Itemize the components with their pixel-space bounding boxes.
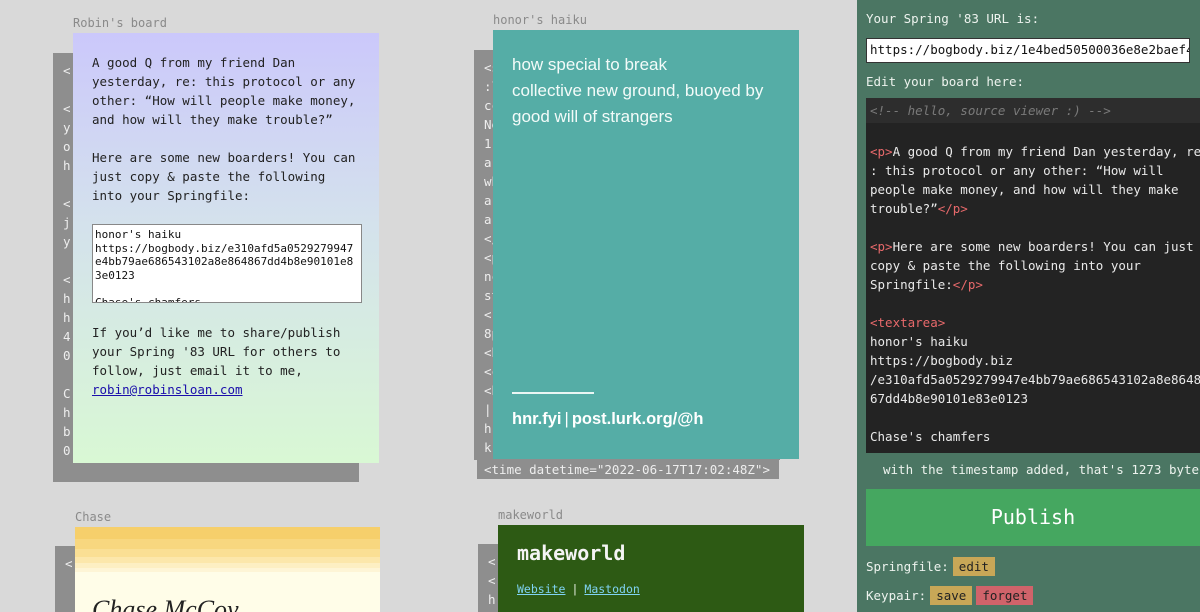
editor-blank-line: [870, 408, 1196, 427]
editor-text: Springfile:: [870, 277, 953, 292]
editor-text: people make money, and how will they mak…: [870, 182, 1179, 197]
editor-line: trouble?”</p>: [870, 199, 1196, 218]
editor-line: <p>Here are some new boarders! You can j…: [870, 237, 1196, 256]
editor-panel: Your Spring '83 URL is: https://bogbody.…: [857, 0, 1200, 612]
haiku-text: how special to break collective new grou…: [512, 52, 779, 130]
editor-text: Chase's chamfers: [870, 429, 991, 444]
editor-text: honor's haiku: [870, 334, 968, 349]
editor-text: /e310afd5a0529279947e4bb79ae686543102a8e…: [870, 372, 1200, 387]
robin-paragraph-1: A good Q from my friend Dan yesterday, r…: [92, 55, 356, 127]
html-tag: </p>: [952, 277, 983, 292]
keypair-forget-button[interactable]: forget: [976, 586, 1034, 605]
robin-paragraph-2: Here are some new boarders! You can just…: [92, 150, 356, 203]
board-source-editor[interactable]: <!-- hello, source viewer :) --> <p>A go…: [866, 98, 1200, 453]
robin-email-link[interactable]: robin@robinsloan.com: [92, 382, 243, 397]
board-robin: A good Q from my friend Dan yesterday, r…: [73, 33, 379, 463]
keypair-row: Keypair: save forget: [866, 586, 1034, 605]
editor-line: /e310afd5a0529279947e4bb79ae686543102a8e…: [870, 370, 1200, 389]
keypair-label: Keypair:: [866, 588, 927, 603]
makeworld-mastodon-link[interactable]: Mastodon: [584, 582, 639, 596]
editor-text: https://bogbody.biz: [870, 353, 1013, 368]
makeworld-heading: makeworld: [517, 541, 626, 565]
keypair-save-button[interactable]: save: [930, 586, 973, 605]
board-title-robin: Robin's board: [73, 16, 167, 30]
springfile-row: Springfile: edit: [866, 557, 995, 576]
boarders-textarea[interactable]: [92, 224, 362, 303]
editor-line: Chase's chamfers: [870, 427, 1196, 446]
board-title-makeworld: makeworld: [498, 508, 564, 522]
editor-blank-line: [870, 123, 1196, 142]
divider: [512, 392, 594, 394]
editor-line: 67dd4b8e90101e83e0123: [870, 389, 1196, 408]
haiku-line: collective new ground, buoyed by: [512, 81, 764, 100]
board-chase: Chase McCoy: [75, 527, 380, 612]
link-separator: |: [564, 410, 569, 428]
chase-stripes: [75, 527, 380, 572]
editor-line: Springfile:</p>: [870, 275, 1196, 294]
edit-label: Edit your board here:: [866, 74, 1025, 89]
spring-url-field[interactable]: https://bogbody.biz/1e4bed50500036e8e2ba…: [866, 38, 1190, 63]
springfile-edit-button[interactable]: edit: [952, 557, 995, 576]
makeworld-website-link[interactable]: Website: [517, 582, 565, 596]
time-tag-source: <time datetime="2022-06-17T17:02:48Z">: [477, 460, 779, 479]
board-title-chase: Chase: [75, 510, 112, 524]
editor-blank-line: [870, 294, 1196, 313]
editor-line: copy & paste the following into your: [870, 256, 1196, 275]
robin-paragraph-3-text: If you’d like me to share/publish your S…: [92, 325, 341, 378]
editor-line: honor's haiku: [870, 332, 1196, 351]
editor-text: copy & paste the following into your: [870, 258, 1141, 273]
editor-line: : this protocol or any other: “How will: [870, 161, 1196, 180]
robin-paragraph-3: If you’d like me to share/publish your S…: [92, 323, 361, 399]
board-honor: how special to break collective new grou…: [493, 30, 799, 459]
editor-text: trouble?”: [870, 201, 938, 216]
board-makeworld: makeworld Website | Mastodon: [498, 525, 804, 612]
publish-button[interactable]: Publish: [866, 489, 1200, 546]
board-title-honor: honor's haiku: [493, 13, 587, 27]
chase-name: Chase McCoy: [92, 595, 239, 612]
editor-blank-line: [870, 218, 1196, 237]
springfile-label: Springfile:: [866, 559, 949, 574]
editor-line: https://bogbody.biz: [870, 351, 1196, 370]
html-tag: </p>: [937, 201, 968, 216]
honor-link-site[interactable]: hnr.fyi: [512, 410, 562, 428]
editor-text: A good Q from my friend Dan yesterday, r…: [892, 144, 1200, 159]
html-tag: <p>: [870, 239, 893, 254]
editor-text: : this protocol or any other: “How will: [870, 163, 1164, 178]
honor-link-mastodon[interactable]: post.lurk.org/@h: [572, 410, 704, 428]
haiku-line: how special to break: [512, 55, 667, 74]
byte-count-note: with the timestamp added, that's 1273 by…: [883, 462, 1200, 477]
link-separator: |: [571, 582, 579, 596]
honor-links: hnr.fyi | post.lurk.org/@h: [512, 410, 703, 429]
html-tag: <textarea>: [870, 315, 946, 330]
haiku-line: good will of strangers: [512, 107, 673, 126]
editor-text: 67dd4b8e90101e83e0123: [870, 391, 1029, 406]
url-label: Your Spring '83 URL is:: [866, 11, 1040, 26]
editor-line: <textarea>: [870, 313, 1196, 332]
editor-comment: <!-- hello, source viewer :) -->: [866, 98, 1200, 123]
editor-text: Here are some new boarders! You can just: [892, 239, 1194, 254]
editor-line: people make money, and how will they mak…: [870, 180, 1196, 199]
makeworld-links: Website | Mastodon: [517, 582, 785, 596]
html-tag: <p>: [870, 144, 893, 159]
editor-line: <p>A good Q from my friend Dan yesterday…: [870, 142, 1200, 161]
